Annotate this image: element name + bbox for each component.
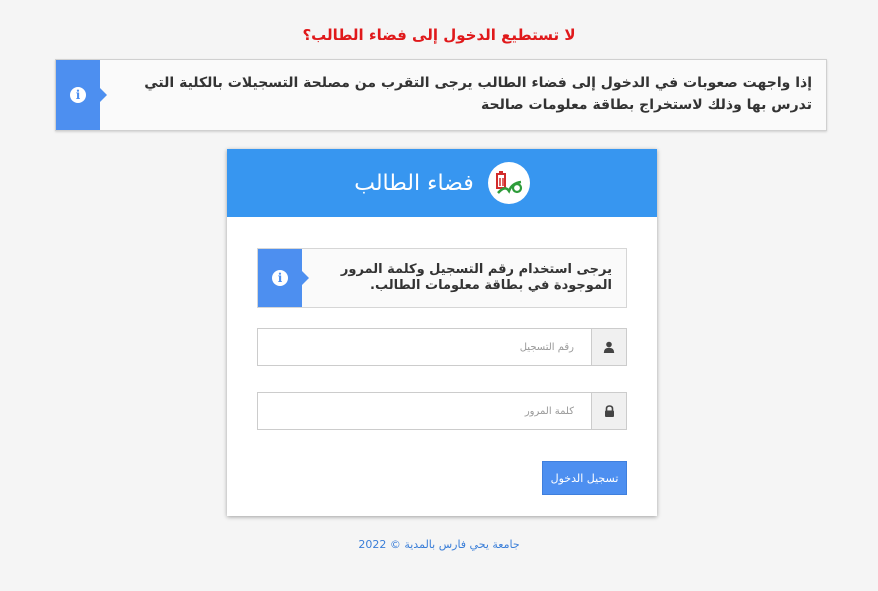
info-icon: i: [272, 270, 288, 286]
card-header: فضاء الطالب: [227, 149, 657, 217]
registration-number-field: [257, 328, 627, 366]
user-icon: [591, 329, 626, 365]
notice-icon-box: i: [258, 249, 309, 307]
login-button[interactable]: تسجيل الدخول: [542, 461, 627, 495]
banner-icon-box: i: [56, 60, 107, 130]
login-page: لا تستطيع الدخول إلى فضاء الطالب؟ i إذا …: [0, 0, 878, 591]
registration-number-input[interactable]: [258, 329, 584, 365]
info-icon: i: [70, 87, 86, 103]
university-logo-icon: [487, 162, 530, 204]
footer-copyright[interactable]: جامعة يحي فارس بالمدية © 2022: [0, 538, 878, 551]
help-banner: i إذا واجهت صعوبات في الدخول إلى فضاء ال…: [55, 59, 827, 131]
lock-icon: [591, 393, 626, 429]
notice-text: يرجى استخدام رقم التسجيل وكلمة المرور ال…: [340, 262, 612, 293]
cannot-login-warning[interactable]: لا تستطيع الدخول إلى فضاء الطالب؟: [0, 26, 878, 44]
password-input[interactable]: [258, 393, 584, 429]
login-card: فضاء الطالب i يرجى استخدام رقم التسجيل و…: [227, 149, 657, 516]
login-notice: i يرجى استخدام رقم التسجيل وكلمة المرور …: [257, 248, 627, 308]
banner-text: إذا واجهت صعوبات في الدخول إلى فضاء الطا…: [144, 75, 812, 113]
password-field: [257, 392, 627, 430]
page-title: فضاء الطالب: [354, 170, 474, 196]
